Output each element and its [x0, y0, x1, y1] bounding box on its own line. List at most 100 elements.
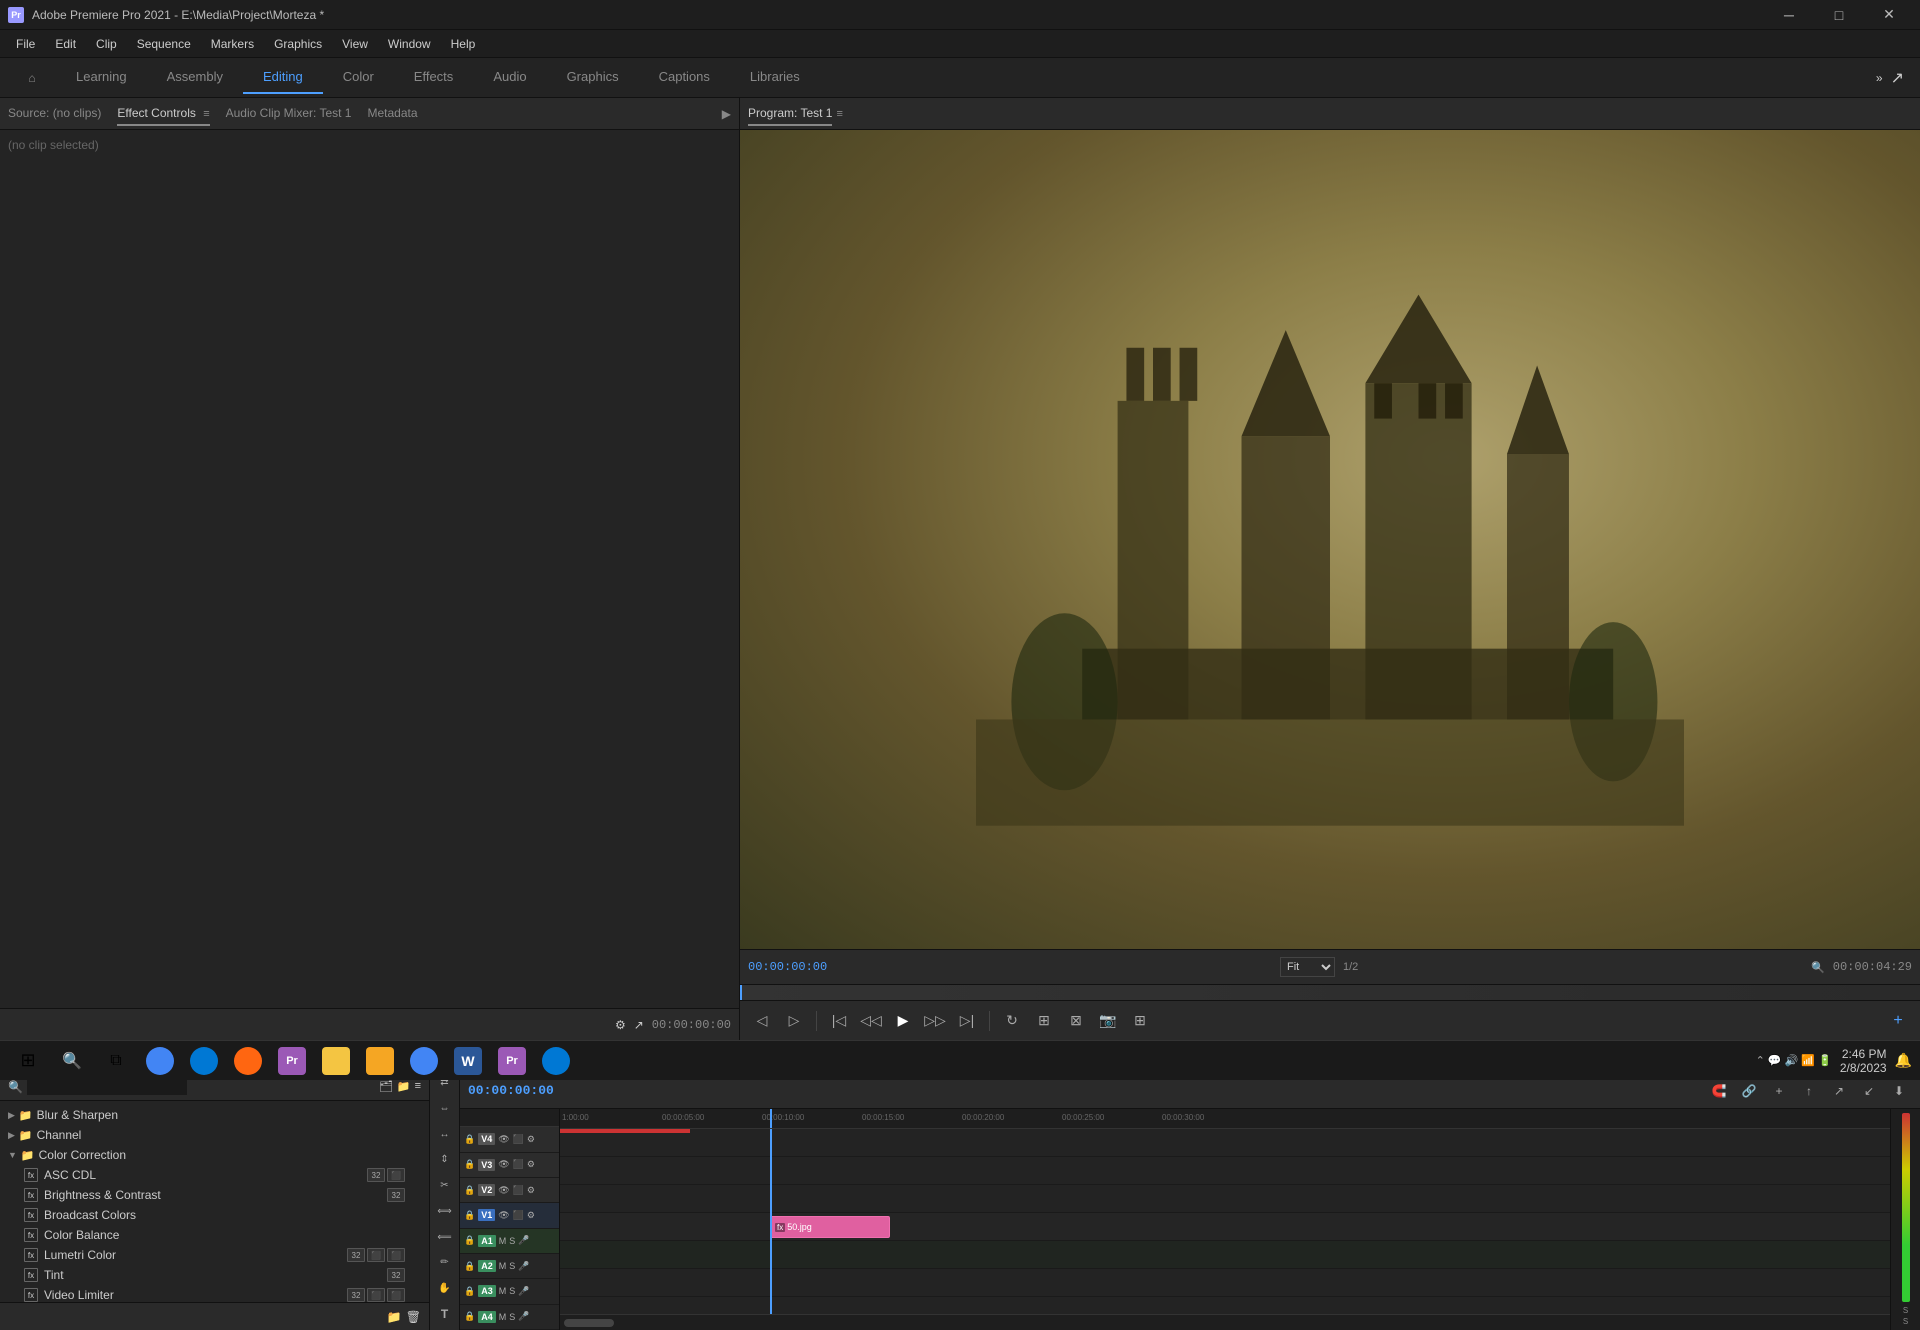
effect-broadcast-colors[interactable]: fx Broadcast Colors — [0, 1205, 429, 1225]
maximize-button[interactable]: □ — [1816, 0, 1862, 30]
step-back-button[interactable]: ◁◁ — [857, 1007, 885, 1035]
rate-stretch-tool[interactable]: ⇕ — [433, 1148, 457, 1172]
taskbar-chrome2[interactable] — [404, 1043, 444, 1079]
category-channel[interactable]: ▶ 📁 Channel — [0, 1125, 429, 1145]
lock-icon[interactable]: 🔒 — [464, 1261, 475, 1272]
magnify-icon[interactable]: 🔍 — [1811, 961, 1825, 974]
workspace-more-icon[interactable]: » — [1876, 71, 1883, 85]
tab-source[interactable]: Source: (no clips) — [8, 102, 101, 126]
search-button[interactable]: 🔍 — [52, 1043, 92, 1079]
menu-edit[interactable]: Edit — [47, 33, 84, 55]
clip-50jpg[interactable]: fx 50.jpg — [770, 1216, 890, 1238]
sync-icon[interactable]: ⬛ — [513, 1159, 524, 1170]
new-preset-bin-icon[interactable]: 🗂 — [379, 1080, 393, 1093]
tab-audio[interactable]: Audio — [473, 61, 546, 94]
step-forward-button[interactable]: ▷▷ — [921, 1007, 949, 1035]
lock-icon[interactable]: 🔒 — [464, 1286, 475, 1297]
track-row-a2[interactable] — [560, 1269, 1890, 1297]
linked-selection-button[interactable]: 🔗 — [1736, 1078, 1762, 1104]
tab-captions[interactable]: Captions — [639, 61, 730, 94]
lock-icon[interactable]: 🔒 — [464, 1159, 475, 1170]
extract-button[interactable]: ↗ — [1826, 1078, 1852, 1104]
safe-margins-button[interactable]: ⊞ — [1030, 1007, 1058, 1035]
taskbar-firefox[interactable] — [228, 1043, 268, 1079]
lock-icon[interactable]: 🔒 — [464, 1210, 475, 1221]
add-edit-button[interactable]: + — [1766, 1078, 1792, 1104]
scroll-thumb[interactable] — [564, 1319, 614, 1327]
eye-icon[interactable]: 👁 — [498, 1185, 509, 1196]
lock-icon[interactable]: 🔒 — [464, 1134, 475, 1145]
mute-icon[interactable]: M — [499, 1286, 507, 1296]
type-tool[interactable]: T — [433, 1302, 457, 1326]
slide-tool[interactable]: ⟸ — [433, 1225, 457, 1249]
filter-icon[interactable]: ⚙ — [615, 1018, 626, 1032]
tab-metadata[interactable]: Metadata — [367, 102, 417, 126]
export-icon[interactable]: ↗ — [634, 1018, 644, 1032]
menu-graphics[interactable]: Graphics — [266, 33, 330, 55]
mark-in-button[interactable]: ◁ — [748, 1007, 776, 1035]
eye-icon[interactable]: 👁 — [498, 1210, 509, 1221]
track-row-a3[interactable] — [560, 1297, 1890, 1314]
system-tray[interactable]: ⌃ 💬 🔊 📶 🔋 — [1756, 1054, 1832, 1067]
home-button[interactable]: ⌂ — [16, 62, 48, 94]
effect-brightness-contrast[interactable]: fx Brightness & Contrast 32 — [0, 1185, 429, 1205]
safe-margins2-button[interactable]: ⊠ — [1062, 1007, 1090, 1035]
tab-learning[interactable]: Learning — [56, 61, 147, 94]
loop-button[interactable]: ↻ — [998, 1007, 1026, 1035]
new-folder-icon[interactable]: 📁 — [387, 1310, 402, 1324]
effect-lumetri-color[interactable]: fx Lumetri Color 32 ⬛ ⬛ — [0, 1245, 429, 1265]
taskbar-sticky[interactable] — [316, 1043, 356, 1079]
mic-icon[interactable]: 🎤 — [518, 1235, 529, 1246]
settings-icon[interactable]: ⚙ — [527, 1159, 535, 1170]
effects-search-input[interactable] — [27, 1079, 187, 1095]
delete-icon[interactable]: 🗑 — [406, 1310, 421, 1324]
start-button[interactable]: ⊞ — [8, 1043, 48, 1079]
menu-clip[interactable]: Clip — [88, 33, 125, 55]
expand-button[interactable]: ▶ — [722, 107, 731, 121]
menu-file[interactable]: File — [8, 33, 43, 55]
taskbar-premiere2[interactable]: Pr — [492, 1043, 532, 1079]
track-row-v4[interactable] — [560, 1129, 1890, 1157]
mute-icon[interactable]: M — [499, 1312, 507, 1322]
program-scrubber[interactable] — [740, 984, 1920, 1000]
tab-graphics[interactable]: Graphics — [547, 61, 639, 94]
go-to-in-button[interactable]: |◁ — [825, 1007, 853, 1035]
taskbar-premiere[interactable]: Pr — [272, 1043, 312, 1079]
sync-icon[interactable]: ⬛ — [513, 1210, 524, 1221]
pen-tool[interactable]: ✏ — [433, 1251, 457, 1275]
task-view-button[interactable]: ⧉ — [96, 1043, 136, 1079]
insert-button[interactable]: ↙ — [1856, 1078, 1882, 1104]
tab-audio-clip-mixer[interactable]: Audio Clip Mixer: Test 1 — [226, 102, 352, 126]
menu-window[interactable]: Window — [380, 33, 439, 55]
taskbar-word[interactable]: W — [448, 1043, 488, 1079]
taskbar-files[interactable] — [360, 1043, 400, 1079]
tab-editing[interactable]: Editing — [243, 61, 323, 94]
menu-sequence[interactable]: Sequence — [129, 33, 199, 55]
taskbar-chrome[interactable] — [140, 1043, 180, 1079]
settings-icon[interactable]: ⚙ — [527, 1210, 535, 1221]
mute-icon[interactable]: M — [499, 1261, 507, 1271]
lock-icon[interactable]: 🔒 — [464, 1235, 475, 1246]
multi-cam-button[interactable]: ⊞ — [1126, 1007, 1154, 1035]
track-row-v1[interactable]: fx 50.jpg — [560, 1213, 1890, 1241]
effect-asc-cdl[interactable]: fx ASC CDL 32 ⬛ — [0, 1165, 429, 1185]
track-row-v3[interactable] — [560, 1157, 1890, 1185]
lock-icon[interactable]: 🔒 — [464, 1311, 475, 1322]
add-marker-button[interactable]: + — [1884, 1007, 1912, 1035]
timeline-timecode[interactable]: 00:00:00:00 — [468, 1083, 554, 1098]
solo-icon[interactable]: S — [509, 1261, 515, 1271]
solo-icon[interactable]: S — [509, 1312, 515, 1322]
mute-icon[interactable]: M — [499, 1236, 507, 1246]
roll-edit-tool[interactable]: ↔ — [433, 1122, 457, 1146]
new-custom-bin-icon[interactable]: 📁 — [397, 1080, 411, 1093]
program-menu-icon[interactable]: ≡ — [836, 108, 842, 120]
sync-icon[interactable]: ⬛ — [513, 1134, 524, 1145]
eye-icon[interactable]: 👁 — [498, 1134, 509, 1145]
lift-button[interactable]: ↑ — [1796, 1078, 1822, 1104]
hand-tool[interactable]: ✋ — [433, 1277, 457, 1301]
notification-icon[interactable]: 🔔 — [1895, 1052, 1912, 1069]
export-frame-button[interactable]: 📷 — [1094, 1007, 1122, 1035]
minimize-button[interactable]: ─ — [1766, 0, 1812, 30]
lock-icon[interactable]: 🔒 — [464, 1185, 475, 1196]
go-to-out-button[interactable]: ▷| — [953, 1007, 981, 1035]
